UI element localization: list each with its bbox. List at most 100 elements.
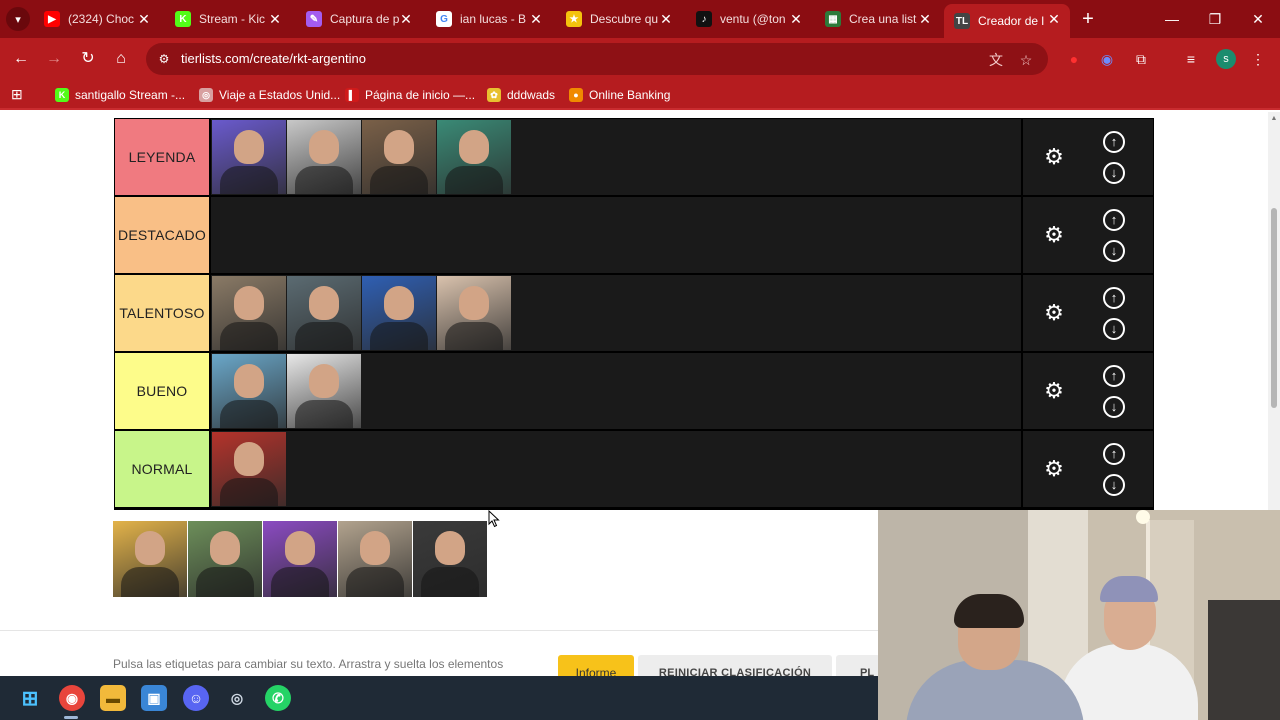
browser-tab[interactable]: ✎ Captura de p ✕: [296, 4, 422, 34]
portrait-body: [121, 567, 179, 597]
tier-item-image[interactable]: [212, 354, 286, 428]
bookmark-item[interactable]: ▌ Página de inicio —...: [345, 86, 475, 104]
browser-tab[interactable]: ▶ (2324) Choc ✕: [34, 4, 160, 34]
discord-icon[interactable]: ☺: [183, 685, 209, 711]
more-button[interactable]: PL: [836, 655, 880, 676]
move-tier-up-icon[interactable]: ↑: [1103, 209, 1125, 231]
tier-item-image[interactable]: [287, 276, 361, 350]
tier-item-image[interactable]: [287, 354, 361, 428]
tier-items-dropzone[interactable]: [212, 353, 1020, 429]
unranked-item-image[interactable]: [113, 521, 187, 597]
tier-item-image[interactable]: [362, 120, 436, 194]
forward-icon[interactable]: →: [43, 48, 65, 70]
close-window-icon[interactable]: ✕: [1248, 9, 1268, 29]
obs-icon[interactable]: ◎: [224, 685, 250, 711]
move-tier-down-icon[interactable]: ↓: [1103, 318, 1125, 340]
back-icon[interactable]: ←: [10, 48, 32, 70]
move-tier-down-icon[interactable]: ↓: [1103, 240, 1125, 262]
browser-tab[interactable]: TL Creador de l ✕: [944, 4, 1070, 38]
browser-tab[interactable]: ★ Descubre qu ✕: [556, 4, 682, 34]
tier-label[interactable]: TALENTOSO: [115, 275, 211, 351]
restore-icon[interactable]: ❐: [1205, 9, 1225, 29]
whatsapp-icon[interactable]: ✆: [265, 685, 291, 711]
globe-icon: ◎: [199, 88, 213, 102]
extension-red-icon[interactable]: ●: [1064, 49, 1084, 69]
unranked-item-image[interactable]: [413, 521, 487, 597]
tier-settings-gear-icon[interactable]: ⚙: [1043, 380, 1065, 402]
scroll-up-icon[interactable]: ▲: [1270, 115, 1278, 123]
extension-audio-icon[interactable]: ◉: [1097, 49, 1117, 69]
address-bar[interactable]: ⚙ tierlists.com/create/rkt-argentino 文 ☆: [146, 43, 1048, 75]
move-tier-up-icon[interactable]: ↑: [1103, 365, 1125, 387]
tier-label[interactable]: BUENO: [115, 353, 211, 429]
unranked-item-image[interactable]: [338, 521, 412, 597]
minimize-icon[interactable]: —: [1162, 9, 1182, 29]
windows-start-icon[interactable]: ⊞: [17, 685, 43, 711]
unranked-item-image[interactable]: [188, 521, 262, 597]
tier-settings-gear-icon[interactable]: ⚙: [1043, 302, 1065, 324]
media-control-icon[interactable]: ≡: [1181, 49, 1201, 69]
tab-close-icon[interactable]: ✕: [267, 11, 283, 27]
save-report-button[interactable]: Informe: [558, 655, 634, 676]
reset-ranking-button[interactable]: REINICIAR CLASIFICACIÓN: [638, 655, 832, 676]
browser-tab[interactable]: K Stream - Kic ✕: [165, 4, 291, 34]
tab-close-icon[interactable]: ✕: [788, 11, 804, 27]
tier-item-image[interactable]: [212, 432, 286, 506]
portrait-face: [234, 286, 264, 320]
bookmark-star-icon[interactable]: ☆: [1017, 51, 1035, 69]
tier-items-dropzone[interactable]: [212, 119, 1020, 195]
home-icon[interactable]: ⌂: [110, 48, 132, 70]
scroll-thumb[interactable]: [1271, 208, 1277, 408]
tier-item-image[interactable]: [212, 276, 286, 350]
move-tier-down-icon[interactable]: ↓: [1103, 474, 1125, 496]
chrome-taskbar-icon[interactable]: ◉: [59, 685, 85, 711]
browser-tab[interactable]: ▦ Crea una list ✕: [815, 4, 941, 34]
bookmark-label: Página de inicio —...: [365, 88, 476, 102]
browser-tab[interactable]: Gian lucas - B ✕: [426, 4, 552, 34]
bookmark-item[interactable]: ◎ Viaje a Estados Unid...: [199, 86, 340, 104]
extensions-puzzle-icon[interactable]: ⧉: [1131, 49, 1151, 69]
move-tier-down-icon[interactable]: ↓: [1103, 162, 1125, 184]
url-text[interactable]: tierlists.com/create/rkt-argentino: [181, 51, 366, 66]
browser-tab[interactable]: ♪ ventu (@ton ✕: [686, 4, 812, 34]
tier-settings-gear-icon[interactable]: ⚙: [1043, 224, 1065, 246]
tier-item-image[interactable]: [212, 120, 286, 194]
apps-grid-icon[interactable]: ⊞: [11, 86, 27, 102]
tier-items-dropzone[interactable]: [212, 197, 1020, 273]
file-explorer-icon[interactable]: ▬: [100, 685, 126, 711]
tier-label[interactable]: DESTACADO: [115, 197, 211, 273]
tier-items-dropzone[interactable]: [212, 431, 1020, 507]
profile-avatar[interactable]: s: [1216, 49, 1236, 69]
site-info-icon[interactable]: ⚙: [156, 51, 172, 67]
tier-label[interactable]: NORMAL: [115, 431, 211, 507]
move-tier-down-icon[interactable]: ↓: [1103, 396, 1125, 418]
tier-item-image[interactable]: [437, 120, 511, 194]
bookmark-item[interactable]: ✿ dddwads: [487, 86, 555, 104]
bookmark-item[interactable]: Ksantigallo Stream -...: [55, 86, 185, 104]
store-icon[interactable]: ▣: [141, 685, 167, 711]
new-tab-button[interactable]: +: [1078, 9, 1098, 29]
reload-icon[interactable]: ↻: [77, 48, 99, 70]
browser-menu-icon[interactable]: ⋮: [1248, 49, 1268, 69]
translate-icon[interactable]: 文: [987, 51, 1005, 69]
move-tier-up-icon[interactable]: ↑: [1103, 443, 1125, 465]
tab-search-icon[interactable]: ▾: [6, 7, 30, 31]
tier-settings-gear-icon[interactable]: ⚙: [1043, 458, 1065, 480]
tab-close-icon[interactable]: ✕: [1046, 11, 1062, 27]
tier-item-image[interactable]: [287, 120, 361, 194]
unranked-item-image[interactable]: [263, 521, 337, 597]
tab-close-icon[interactable]: ✕: [136, 11, 152, 27]
tier-label[interactable]: LEYENDA: [115, 119, 211, 195]
tab-close-icon[interactable]: ✕: [528, 11, 544, 27]
move-tier-up-icon[interactable]: ↑: [1103, 131, 1125, 153]
tier-item-image[interactable]: [437, 276, 511, 350]
portrait-body: [220, 166, 278, 194]
tab-close-icon[interactable]: ✕: [658, 11, 674, 27]
tab-close-icon[interactable]: ✕: [917, 11, 933, 27]
tab-close-icon[interactable]: ✕: [398, 11, 414, 27]
tier-items-dropzone[interactable]: [212, 275, 1020, 351]
move-tier-up-icon[interactable]: ↑: [1103, 287, 1125, 309]
tier-settings-gear-icon[interactable]: ⚙: [1043, 146, 1065, 168]
bookmark-item[interactable]: ● Online Banking: [569, 86, 670, 104]
tier-item-image[interactable]: [362, 276, 436, 350]
